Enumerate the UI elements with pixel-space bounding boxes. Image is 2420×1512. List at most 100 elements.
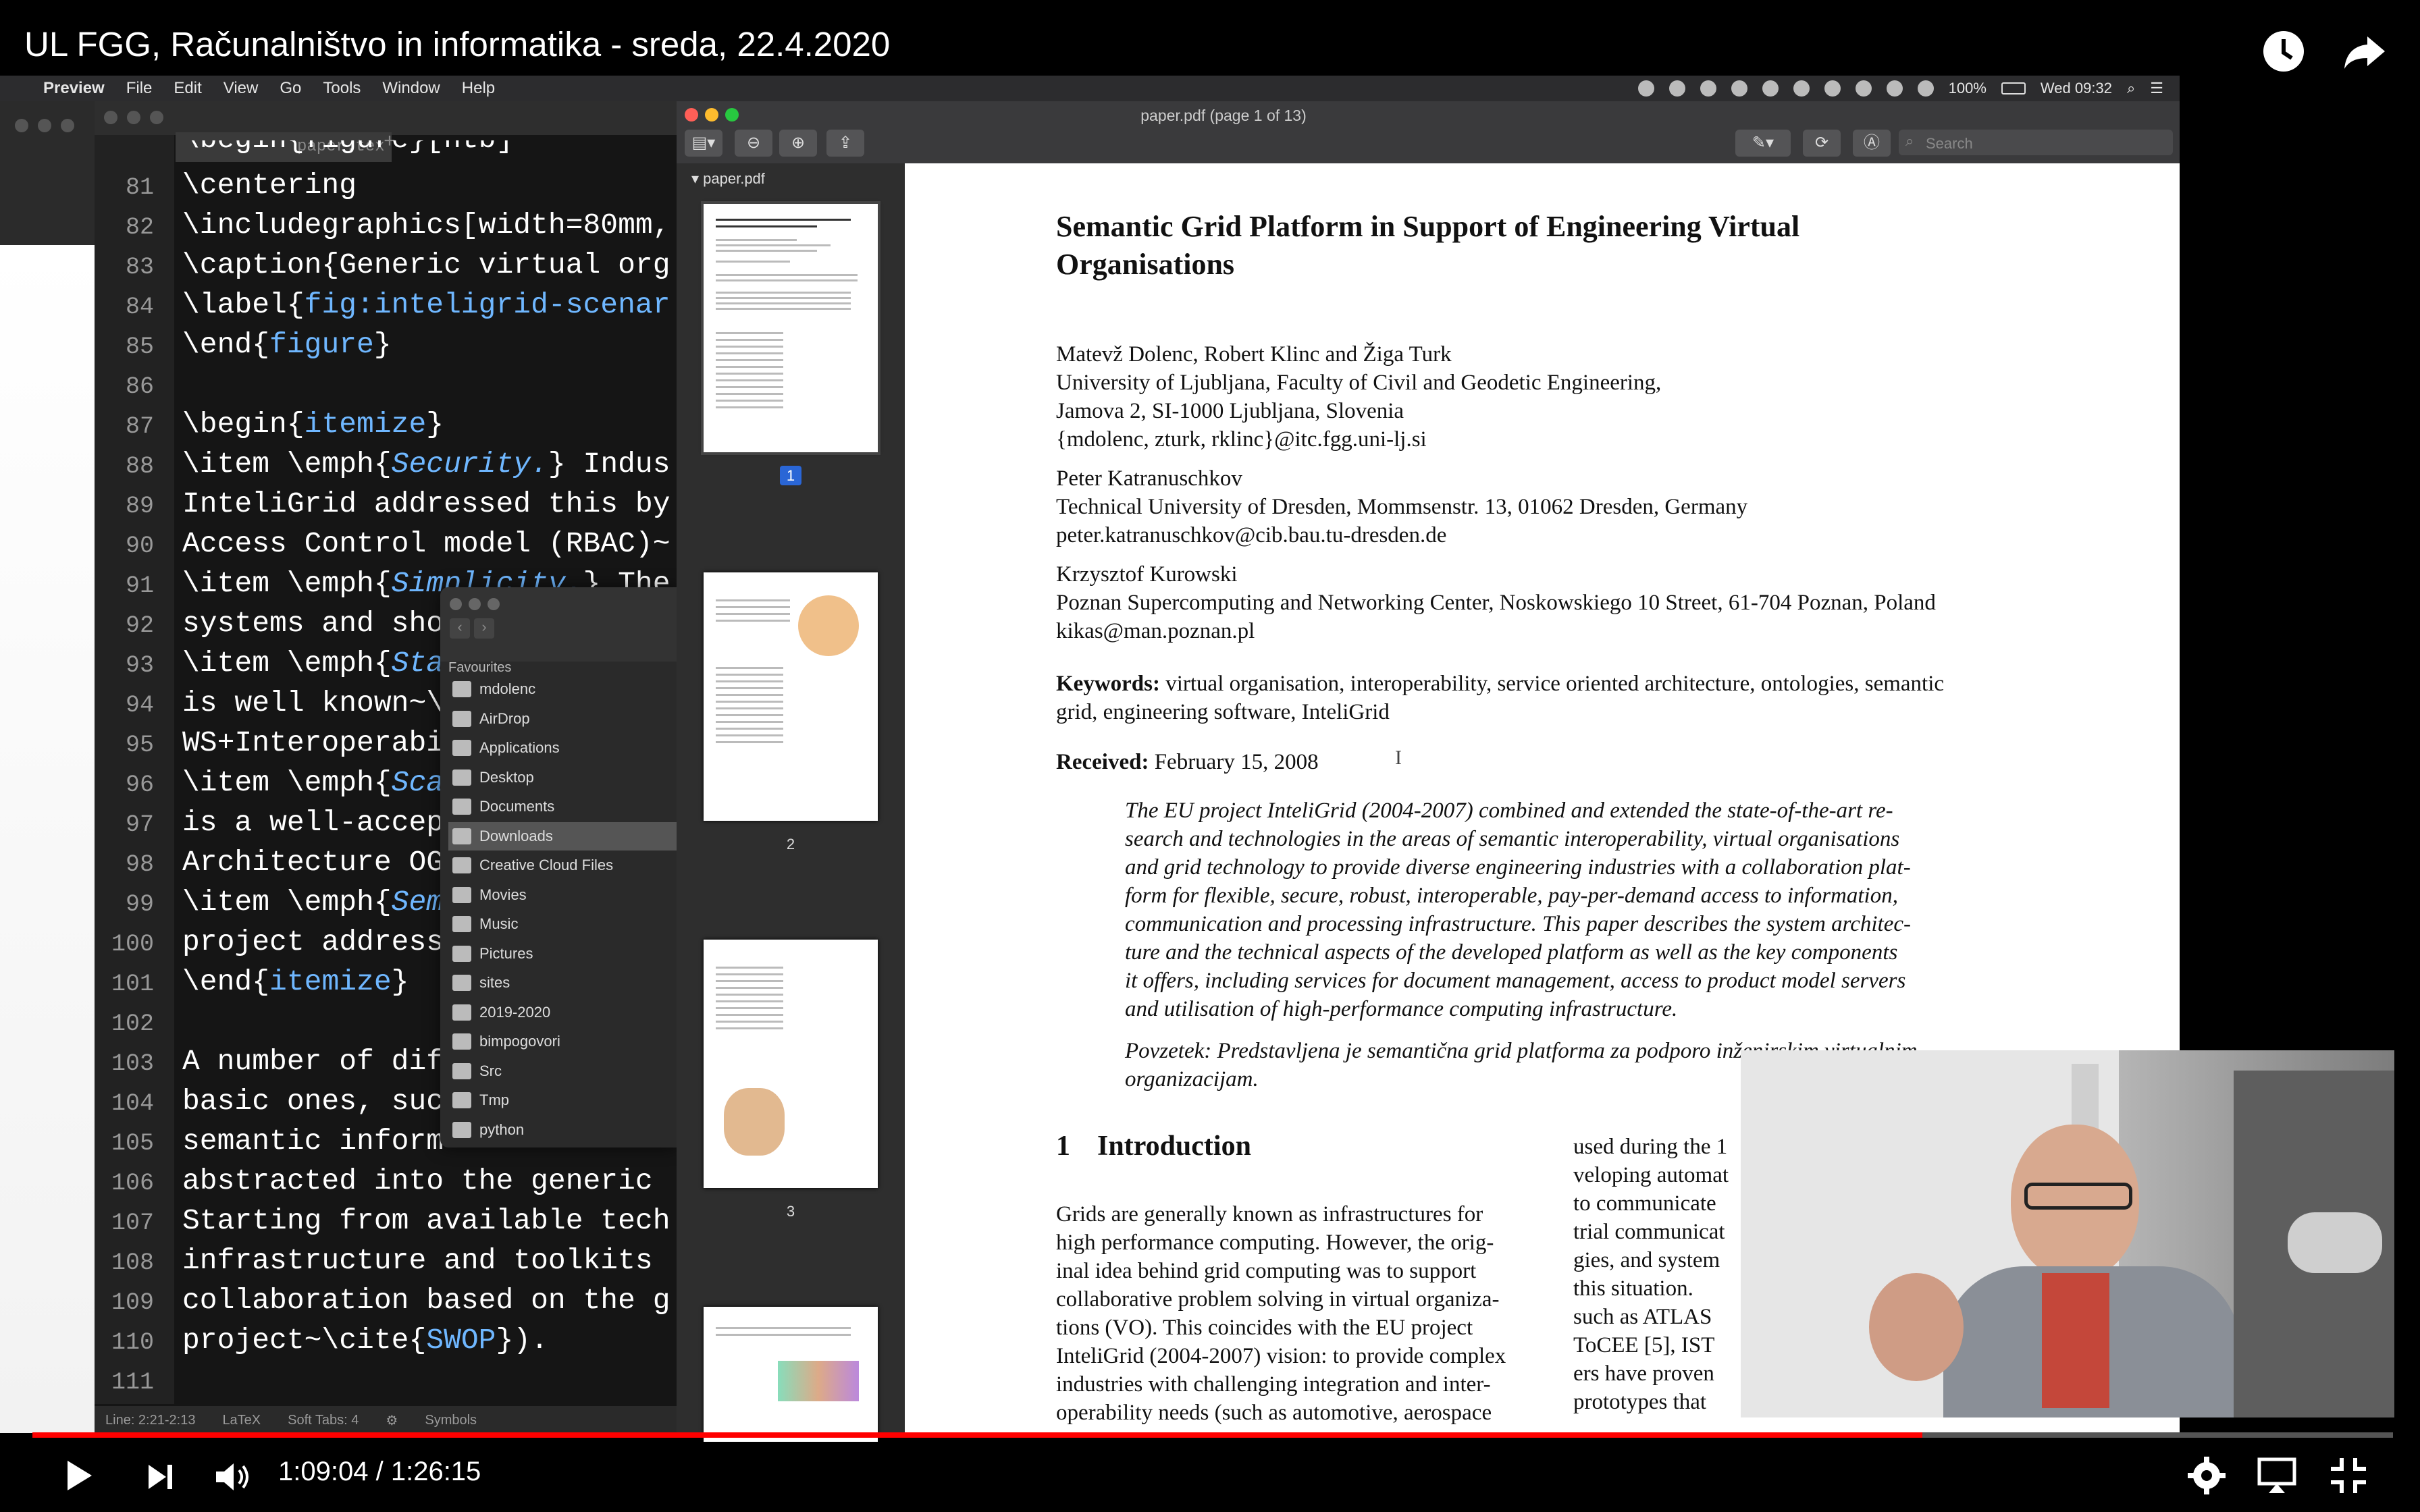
sidebar-file-label[interactable]: ▾ paper.pdf (691, 170, 765, 188)
code-line[interactable]: 84 \label{fig:inteligrid-scenar (95, 288, 677, 328)
finder-item-label: python (479, 1120, 525, 1138)
menu-help[interactable]: Help (462, 79, 495, 98)
status-app-icon[interactable] (1762, 80, 1779, 97)
code-token: Sca (391, 766, 444, 799)
body-text-line: collaborative problem solving in virtual… (1056, 1287, 1500, 1312)
code-text: InteliGrid addressed this by (182, 487, 670, 520)
zoom-button[interactable] (488, 598, 500, 610)
page-thumbnail[interactable] (704, 572, 878, 821)
finder-sidebar-item[interactable]: mdolenc (448, 675, 677, 703)
airplay-icon[interactable] (2255, 1454, 2298, 1501)
code-line[interactable]: 88 \item \emph{Security.} Indus (95, 448, 677, 487)
soft-tabs-selector[interactable]: Soft Tabs: 4 (288, 1413, 359, 1428)
next-icon[interactable] (143, 1459, 178, 1498)
notification-center-icon[interactable]: ☰ (2150, 80, 2163, 97)
rotate-icon[interactable]: ⟳ (1803, 130, 1841, 157)
code-text: is well known~\ (182, 686, 444, 720)
finder-sidebar-item[interactable]: Music (448, 910, 677, 938)
page-thumbnail[interactable] (704, 1307, 878, 1442)
code-line[interactable]: 85 \end{figure} (95, 328, 677, 368)
close-button[interactable] (104, 111, 117, 124)
code-line[interactable]: 109 collaboration based on the g (95, 1284, 677, 1324)
code-line[interactable]: 87 \begin{itemize} (95, 408, 677, 448)
code-line[interactable]: 110 project~\cite{SWOP}). (95, 1324, 677, 1364)
code-line[interactable]: 107 Starting from available tech (95, 1204, 677, 1244)
bluetooth-icon[interactable] (1855, 80, 1872, 97)
code-line[interactable]: 89 InteliGrid addressed this by (95, 487, 677, 527)
menu-view[interactable]: View (223, 79, 259, 98)
settings-gear-icon[interactable] (2185, 1454, 2228, 1501)
language-selector[interactable]: LaTeX (222, 1413, 261, 1428)
sidebar-toggle-icon[interactable]: ▤▾ (685, 130, 722, 157)
volume-icon[interactable] (211, 1455, 254, 1502)
symbols-selector[interactable]: Symbols (425, 1413, 477, 1428)
finder-sidebar-item[interactable]: Documents (448, 792, 677, 821)
close-button[interactable] (450, 598, 462, 610)
menu-window[interactable]: Window (382, 79, 440, 98)
finder-sidebar-item[interactable]: Downloads (448, 821, 677, 850)
page-thumbnail[interactable] (704, 940, 878, 1188)
finder-sidebar-item[interactable]: Creative Cloud Files (448, 851, 677, 880)
code-token: \end{ (182, 965, 270, 998)
finder-sidebar-item[interactable]: Src (448, 1057, 677, 1085)
finder-item-label: Pictures (479, 944, 533, 962)
menu-tools[interactable]: Tools (323, 79, 361, 98)
finder-sidebar-item[interactable]: 2019-2020 (448, 998, 677, 1027)
finder-window: ‹ › Favourites mdolenc AirDrop Application… (440, 587, 677, 1148)
share-icon[interactable] (2338, 24, 2392, 78)
time-machine-icon[interactable] (1824, 80, 1841, 97)
back-icon[interactable]: ‹ (450, 618, 470, 639)
exit-fullscreen-icon[interactable] (2327, 1454, 2370, 1501)
minimize-button[interactable] (469, 598, 481, 610)
finder-sidebar-item[interactable]: python (448, 1116, 677, 1144)
settings-gear-icon[interactable]: ⚙ (386, 1412, 398, 1429)
finder-sidebar-item[interactable]: Applications (448, 734, 677, 762)
finder-sidebar-item[interactable]: bimpogovori (448, 1027, 677, 1056)
code-line[interactable]: 81 \centering (95, 169, 677, 209)
code-line[interactable]: 82 \includegraphics[width=80mm, (95, 209, 677, 248)
zoom-in-icon[interactable]: ⊕ (779, 130, 817, 157)
code-line[interactable]: 90 Access Control model (RBAC)~ (95, 527, 677, 567)
folder-icon (452, 916, 471, 932)
watch-later-icon[interactable] (2257, 24, 2311, 78)
code-line[interactable]: 106 abstracted into the generic (95, 1164, 677, 1204)
status-app-icon[interactable] (1637, 80, 1654, 97)
finder-sidebar-item[interactable]: Movies (448, 881, 677, 909)
finder-sidebar-item[interactable]: sites (448, 969, 677, 997)
forward-icon[interactable]: › (474, 618, 494, 639)
finder-sidebar-item[interactable]: Desktop (448, 763, 677, 792)
code-line[interactable]: 86 (95, 368, 677, 408)
menu-go[interactable]: Go (280, 79, 301, 98)
status-app-icon[interactable] (1668, 80, 1685, 97)
zoom-out-icon[interactable]: ⊖ (735, 130, 772, 157)
code-line[interactable]: 108 infrastructure and toolkits (95, 1244, 677, 1284)
menu-edit[interactable]: Edit (174, 79, 201, 98)
spotlight-icon[interactable]: ⌕ (2127, 80, 2135, 97)
minimize-button[interactable] (127, 111, 140, 124)
display-icon[interactable] (1793, 80, 1810, 97)
menubar-clock[interactable]: Wed 09:32 (2041, 80, 2112, 97)
volume-icon[interactable] (1917, 80, 1934, 97)
status-app-icon[interactable] (1700, 80, 1716, 97)
markup-pen-icon[interactable]: ✎▾ (1735, 130, 1791, 157)
code-token: Sem (391, 886, 444, 919)
page-thumbnail[interactable] (701, 201, 880, 455)
zoom-button[interactable] (150, 111, 163, 124)
share-icon[interactable]: ⇪ (826, 130, 864, 157)
battery-icon[interactable] (2001, 82, 2026, 94)
code-line[interactable]: 83 \caption{Generic virtual org (95, 248, 677, 288)
status-app-icon[interactable] (1731, 80, 1747, 97)
line-number: 92 (125, 612, 154, 639)
play-icon[interactable] (59, 1457, 97, 1498)
body-text-line: to communicate (1573, 1191, 1716, 1216)
code-line[interactable]: 111 (95, 1364, 677, 1403)
progress-bar[interactable] (32, 1432, 2393, 1438)
wifi-icon[interactable] (1886, 80, 1903, 97)
search-field[interactable]: ⌕ Search (1899, 130, 2173, 155)
finder-sidebar-item[interactable]: AirDrop (448, 705, 677, 733)
menu-app-preview[interactable]: Preview (43, 79, 105, 98)
menu-file[interactable]: File (126, 79, 153, 98)
annotate-icon[interactable]: Ⓐ (1853, 130, 1891, 157)
finder-sidebar-item[interactable]: Pictures (448, 940, 677, 968)
finder-sidebar-item[interactable]: Tmp (448, 1086, 677, 1114)
